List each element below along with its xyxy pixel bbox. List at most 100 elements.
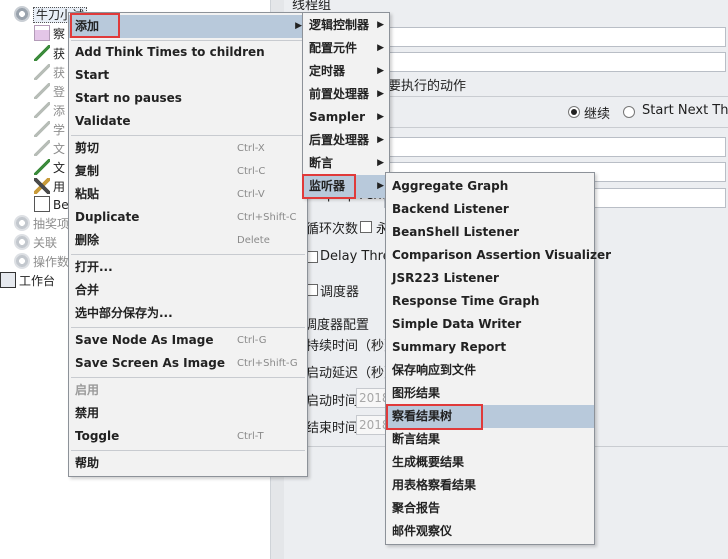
submenu-arrow-icon: ▶	[377, 89, 384, 99]
menu-item-start[interactable]: Start	[69, 64, 307, 87]
tree-node[interactable]: 添	[34, 101, 65, 121]
start-next-radio[interactable]	[623, 106, 635, 118]
submenu-arrow-icon: ▶	[295, 21, 302, 31]
tree-node[interactable]: 文	[34, 139, 65, 159]
menu-item-add-think-times[interactable]: Add Think Times to children	[69, 41, 307, 64]
pipette-icon	[34, 140, 50, 156]
tree-node[interactable]: 获	[34, 63, 65, 83]
menu-item-disable[interactable]: 禁用	[69, 402, 307, 425]
listener-item[interactable]: Comparison Assertion Visualizer	[386, 244, 611, 267]
listener-item[interactable]: 保存响应到文件	[386, 359, 594, 382]
submenu-arrow-icon: ▶	[377, 43, 384, 53]
tree-node[interactable]: 文	[34, 158, 65, 178]
listener-item[interactable]: 邮件观察仪	[386, 520, 594, 543]
submenu-item-config-element[interactable]: 配置元件 ▶	[303, 37, 389, 60]
submenu-arrow-icon: ▶	[377, 135, 384, 145]
menu-item-toggle[interactable]: Toggle Ctrl-T	[69, 425, 307, 448]
submenu-arrow-icon: ▶	[377, 158, 384, 168]
submenu-item-listener[interactable]: 监听器 ▶	[303, 175, 389, 198]
divider	[384, 127, 728, 128]
add-submenu: 逻辑控制器 ▶ 配置元件 ▶ 定时器 ▶ 前置处理器 ▶ Sampler ▶ 后置处理器 ▶…	[302, 12, 390, 198]
submenu-arrow-icon: ▶	[377, 20, 384, 30]
tools-icon	[34, 178, 50, 194]
startup-delay-label: 启动延迟（秒）	[306, 366, 398, 381]
listener-item[interactable]: 断言结果	[386, 428, 594, 451]
listener-item[interactable]: Response Time Graph	[386, 290, 594, 313]
menu-item-save-node-image[interactable]: Save Node As Image Ctrl-G	[69, 329, 307, 352]
menu-item-add[interactable]: 添加 ▶	[69, 15, 307, 38]
listener-item[interactable]: JSR223 Listener	[386, 267, 594, 290]
divider	[384, 96, 728, 97]
menu-item-open[interactable]: 打开...	[69, 256, 307, 279]
context-menu: 添加 ▶ Add Think Times to children Start St…	[68, 12, 308, 477]
tree-node[interactable]: 抽奖项	[14, 214, 69, 234]
menu-item-enable: 启用	[75, 383, 100, 397]
submenu-item-timer[interactable]: 定时器 ▶	[303, 60, 389, 83]
listener-item[interactable]: 生成概要结果	[386, 451, 594, 474]
tree-node-workbench[interactable]: 工作台	[0, 271, 55, 291]
menu-item-validate[interactable]: Validate	[69, 110, 307, 133]
tree-node[interactable]: 登	[34, 82, 65, 102]
menu-separator	[71, 450, 305, 451]
submenu-arrow-icon: ▶	[377, 66, 384, 76]
tree-node-label: 关联	[33, 236, 58, 250]
listener-item[interactable]: 用表格察看结果	[386, 474, 594, 497]
menu-separator	[71, 254, 305, 255]
menu-item-duplicate[interactable]: Duplicate Ctrl+Shift-C	[69, 206, 307, 229]
menu-item-paste[interactable]: 粘贴 Ctrl-V	[69, 183, 307, 206]
submenu-arrow-icon: ▶	[377, 112, 384, 122]
tree-node[interactable]: 获	[34, 44, 65, 64]
tree-node-label: 用	[53, 180, 66, 194]
gear-icon	[14, 253, 30, 269]
submenu-item-pre-processor[interactable]: 前置处理器 ▶	[303, 83, 389, 106]
tree-node-label: 获	[53, 66, 66, 80]
tree-node-label: 登	[53, 85, 66, 99]
submenu-item-logic-controller[interactable]: 逻辑控制器 ▶	[303, 14, 389, 37]
listener-item[interactable]: BeanShell Listener	[386, 221, 594, 244]
scheduler-config-label: 调度器配置	[304, 318, 370, 333]
duration-label: 持续时间（秒）	[306, 339, 398, 354]
continue-label: 继续	[584, 107, 611, 122]
listener-item[interactable]: Aggregate Graph	[386, 175, 594, 198]
action-label: 要执行的动作	[388, 79, 467, 94]
tree-node[interactable]: Be	[34, 195, 69, 215]
listener-item[interactable]: Summary Report	[386, 336, 594, 359]
tree-node[interactable]: 关联	[14, 233, 57, 253]
tree-node[interactable]: 用	[34, 177, 65, 197]
tree-node-label: 文	[53, 142, 66, 156]
menu-item-save-screen-image[interactable]: Save Screen As Image Ctrl+Shift-G	[69, 352, 307, 375]
tree-node-label: 工作台	[19, 274, 56, 288]
tree-node[interactable]: 察	[34, 24, 65, 44]
listener-item-view-results-tree[interactable]: 察看结果树	[386, 405, 594, 428]
chart-icon	[34, 25, 50, 41]
tree-node[interactable]: 学	[34, 120, 65, 140]
listener-item[interactable]: 聚合报告	[386, 497, 594, 520]
menu-item-merge[interactable]: 合并	[69, 279, 307, 302]
pipette-icon	[34, 45, 50, 61]
menu-item-delete[interactable]: 删除 Delete	[69, 229, 307, 252]
menu-item-save-selection-as[interactable]: 选中部分保存为...	[69, 302, 307, 325]
tree-node[interactable]: 操作数	[14, 252, 69, 272]
tree-node-label: Be	[53, 198, 69, 212]
threads-field[interactable]	[384, 137, 726, 157]
tree-node-label: 添	[53, 104, 66, 118]
start-next-label: Start Next Thr	[642, 103, 728, 118]
tree-node-label: 操作数	[33, 255, 70, 269]
continue-radio[interactable]	[568, 106, 580, 118]
listener-item[interactable]: Simple Data Writer	[386, 313, 594, 336]
gear-icon	[14, 6, 30, 22]
listener-item[interactable]: Backend Listener	[386, 198, 594, 221]
submenu-item-sampler[interactable]: Sampler ▶	[303, 106, 389, 129]
pipette-icon	[34, 102, 50, 118]
submenu-item-assertion[interactable]: 断言 ▶	[303, 152, 389, 175]
menu-item-start-no-pauses[interactable]: Start no pauses	[69, 87, 307, 110]
menu-item-copy[interactable]: 复制 Ctrl-C	[69, 160, 307, 183]
submenu-item-post-processor[interactable]: 后置处理器 ▶	[303, 129, 389, 152]
forever-checkbox[interactable]	[360, 221, 372, 233]
menu-item-help[interactable]: 帮助	[69, 452, 307, 475]
submenu-arrow-icon: ▶	[377, 181, 384, 191]
listener-item[interactable]: 图形结果	[386, 382, 594, 405]
scheduler-label: 调度器	[320, 285, 360, 300]
menu-item-cut[interactable]: 剪切 Ctrl-X	[69, 137, 307, 160]
pipette-icon	[34, 83, 50, 99]
